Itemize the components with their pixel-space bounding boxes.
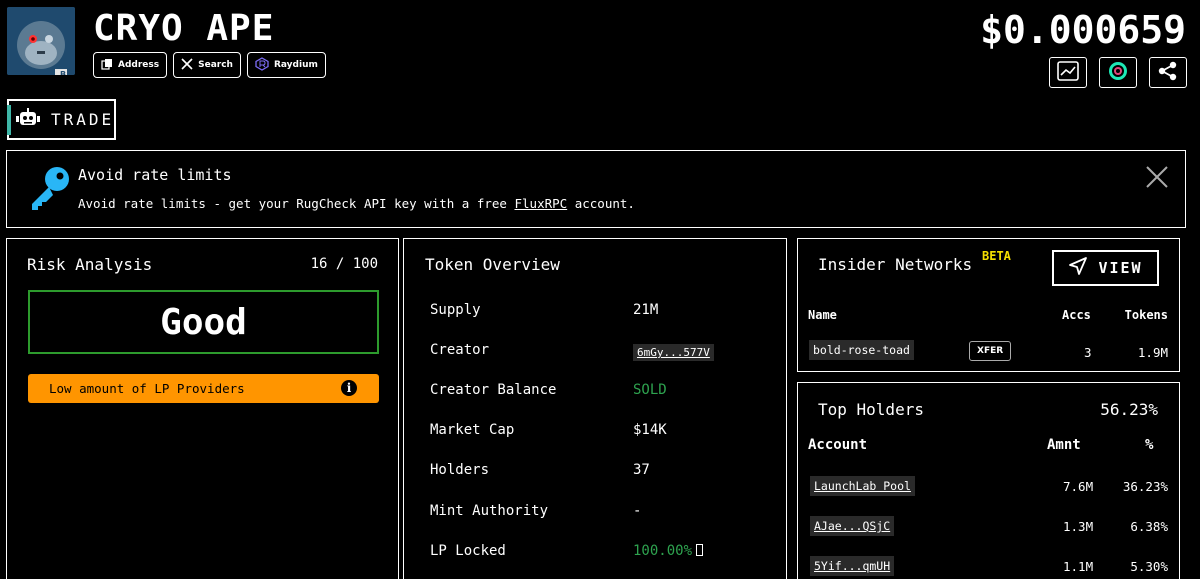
insider-title: Insider Networks (818, 255, 973, 274)
search-button[interactable]: Search (173, 52, 241, 78)
birdeye-icon (1107, 60, 1129, 86)
network-icon (1068, 256, 1088, 280)
chart-button[interactable] (1049, 57, 1087, 88)
token-name: CRYO APE (93, 8, 275, 49)
holder-pct: 5.30% (1130, 559, 1168, 574)
info-icon[interactable]: i (341, 380, 357, 396)
chart-icon (1057, 60, 1079, 85)
view-button[interactable]: VIEW (1052, 250, 1159, 286)
address-button-label: Address (118, 60, 160, 70)
insider-accs: 3 (1084, 345, 1092, 360)
token-overview-panel: Token Overview Supply 21M Creator 6mGy..… (403, 238, 787, 579)
holder-account[interactable]: AJae...QSjC (810, 516, 895, 536)
rate-limit-banner: Avoid rate limits Avoid rate limits - ge… (6, 150, 1186, 228)
holder-pct: 36.23% (1122, 479, 1168, 494)
overview-row-market-cap: Market Cap $14K (430, 422, 770, 444)
birdeye-button[interactable] (1099, 57, 1137, 88)
overview-row-lp-locked: LP Locked 100.00% (430, 543, 770, 565)
creator-address-link[interactable]: 6mGy...577V (633, 344, 714, 361)
close-icon[interactable] (1145, 165, 1169, 193)
lock-icon (696, 544, 703, 556)
col-pct: % (1145, 437, 1154, 453)
overview-value: 21M (633, 302, 659, 318)
risk-item-label: Low amount of LP Providers (49, 381, 245, 396)
col-tokens: Tokens (1124, 308, 1168, 322)
share-button[interactable] (1149, 57, 1187, 88)
banner-text: Avoid rate limits - get your RugCheck AP… (78, 196, 635, 211)
overview-value: 37 (633, 462, 650, 478)
overview-row-creator: Creator 6mGy...577V (430, 342, 770, 364)
holder-account[interactable]: LaunchLab Pool (810, 476, 915, 496)
share-icon (1157, 60, 1179, 86)
risk-score: 16 / 100 (310, 256, 378, 272)
view-label: VIEW (1098, 259, 1143, 277)
holder-amount: 1.1M (1063, 559, 1094, 574)
col-accs: Accs (1062, 308, 1091, 322)
raydium-button[interactable]: Raydium (246, 52, 326, 78)
risk-rating: Good (28, 290, 379, 354)
overview-label: Creator Balance (430, 382, 557, 398)
trade-button[interactable]: TRADE (7, 99, 116, 140)
svg-text:B: B (60, 70, 66, 75)
key-icon (27, 165, 71, 215)
trade-accent-bar (7, 105, 11, 135)
raydium-logo-icon (255, 56, 269, 74)
overview-label: Holders (430, 462, 490, 478)
raydium-button-label: Raydium (273, 60, 318, 70)
risk-item-lp-providers[interactable]: Low amount of LP Providers i (28, 374, 379, 403)
holder-amount: 1.3M (1063, 519, 1094, 534)
insider-tokens: 1.9M (1137, 345, 1168, 360)
robot-icon (15, 107, 41, 133)
overview-value: $14K (633, 422, 667, 438)
col-name: Name (808, 308, 837, 322)
overview-label: LP Locked (430, 543, 506, 559)
beta-badge: BETA (982, 249, 1011, 263)
overview-value: 100.00% (633, 543, 693, 559)
col-amount: Amnt (1047, 437, 1081, 453)
holder-pct: 6.38% (1130, 519, 1168, 534)
action-buttons (1049, 57, 1187, 88)
overview-label: Market Cap (430, 422, 515, 438)
creator-value: 6mGy...577V (633, 344, 714, 361)
overview-row-creator-balance: Creator Balance SOLD (430, 382, 770, 404)
overview-title: Token Overview (425, 255, 560, 274)
holder-amount: 7.6M (1063, 479, 1094, 494)
holder-account[interactable]: 5Yif...qmUH (810, 556, 895, 576)
x-logo-icon (181, 57, 193, 73)
fluxrpc-link[interactable]: FluxRPC (515, 196, 568, 211)
risk-analysis-panel: Risk Analysis 16 / 100 Good Low amount o… (6, 238, 399, 579)
overview-label: Creator (430, 342, 490, 358)
xfer-tag: XFER (969, 341, 1012, 361)
banner-text-before: Avoid rate limits - get your RugCheck AP… (78, 196, 515, 211)
copy-icon (101, 58, 113, 73)
top-holders-panel: Top Holders 56.23% Account Amnt % Launch… (797, 382, 1180, 579)
col-account: Account (808, 437, 868, 453)
overview-label: Mint Authority (430, 503, 549, 519)
token-avatar: B (7, 7, 75, 75)
overview-label: Supply (430, 302, 481, 318)
trade-label: TRADE (51, 110, 115, 129)
address-button[interactable]: Address (93, 52, 168, 78)
token-links: Address Search Raydium (93, 52, 326, 78)
token-price: $0.000659 (980, 8, 1186, 52)
banner-title: Avoid rate limits (78, 166, 232, 184)
banner-text-after: account. (567, 196, 635, 211)
insider-networks-panel: Insider Networks BETA VIEW Name Accs Tok… (797, 238, 1180, 372)
holders-title: Top Holders (818, 400, 924, 419)
overview-value: SOLD (633, 382, 667, 398)
search-button-label: Search (198, 60, 233, 70)
risk-title: Risk Analysis (27, 255, 153, 274)
overview-row-mint-authority: Mint Authority - (430, 503, 770, 525)
holders-total: 56.23% (1100, 400, 1158, 419)
overview-value: - (633, 503, 642, 519)
insider-name[interactable]: bold-rose-toad (809, 340, 914, 360)
overview-row-holders: Holders 37 (430, 462, 770, 484)
overview-row-supply: Supply 21M (430, 302, 770, 324)
